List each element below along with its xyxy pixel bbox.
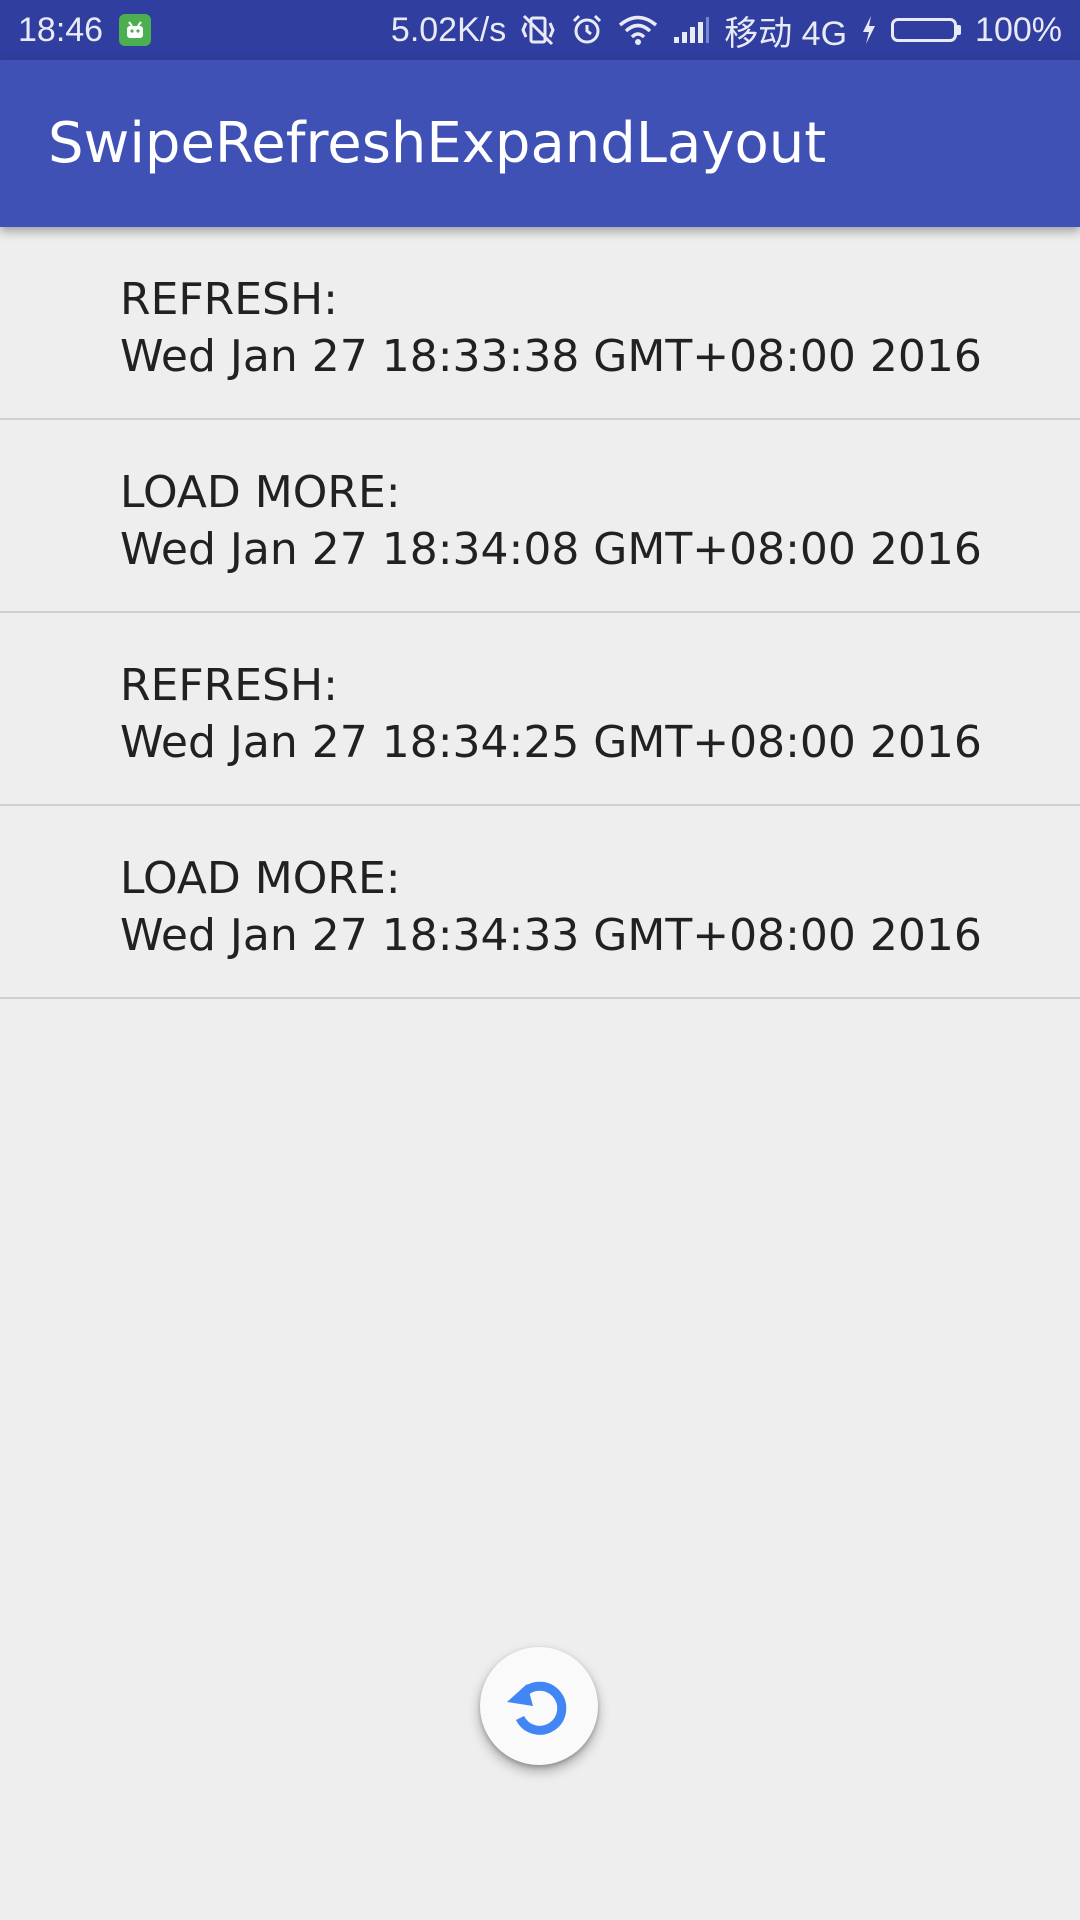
status-bar: 18:46 5.02K/s 移动 4G 100% [0, 0, 1080, 60]
list-item[interactable]: LOAD MORE: Wed Jan 27 18:34:08 GMT+08:00… [0, 420, 1080, 613]
charging-icon [861, 15, 877, 45]
app-bar: SwipeRefreshExpandLayout [0, 60, 1080, 227]
alarm-icon [570, 13, 604, 47]
carrier-label: 移动 4G [724, 14, 848, 53]
signal-icon [672, 15, 710, 45]
list-item[interactable]: LOAD MORE: Wed Jan 27 18:34:33 GMT+08:00… [0, 806, 1080, 999]
list-item-time: Wed Jan 27 18:33:38 GMT+08:00 2016 [120, 331, 982, 382]
list-item-label: LOAD MORE: [120, 467, 401, 518]
list-item-label: LOAD MORE: [120, 853, 401, 904]
list-item[interactable]: REFRESH: Wed Jan 27 18:33:38 GMT+08:00 2… [0, 227, 1080, 420]
list-item-label: REFRESH: [120, 274, 338, 325]
event-list: REFRESH: Wed Jan 27 18:33:38 GMT+08:00 2… [0, 227, 1080, 999]
list-item-time: Wed Jan 27 18:34:33 GMT+08:00 2016 [120, 910, 982, 961]
network-speed: 5.02K/s [390, 10, 507, 49]
app-screen: 18:46 5.02K/s 移动 4G 100% SwipeRefreshExp… [0, 0, 1080, 1920]
refresh-indicator[interactable] [480, 1647, 598, 1765]
app-title: SwipeRefreshExpandLayout [48, 111, 827, 176]
refresh-icon [507, 1681, 567, 1735]
android-notification-icon [119, 14, 152, 46]
list-item-time: Wed Jan 27 18:34:08 GMT+08:00 2016 [120, 524, 982, 575]
battery-percent: 100% [975, 10, 1062, 49]
status-time: 18:46 [18, 10, 104, 49]
list-item-label: REFRESH: [120, 660, 338, 711]
battery-icon [891, 18, 962, 42]
list-item-time: Wed Jan 27 18:34:25 GMT+08:00 2016 [120, 717, 982, 768]
vibrate-off-icon [520, 13, 556, 47]
wifi-icon [618, 14, 658, 46]
list-item[interactable]: REFRESH: Wed Jan 27 18:34:25 GMT+08:00 2… [0, 613, 1080, 806]
